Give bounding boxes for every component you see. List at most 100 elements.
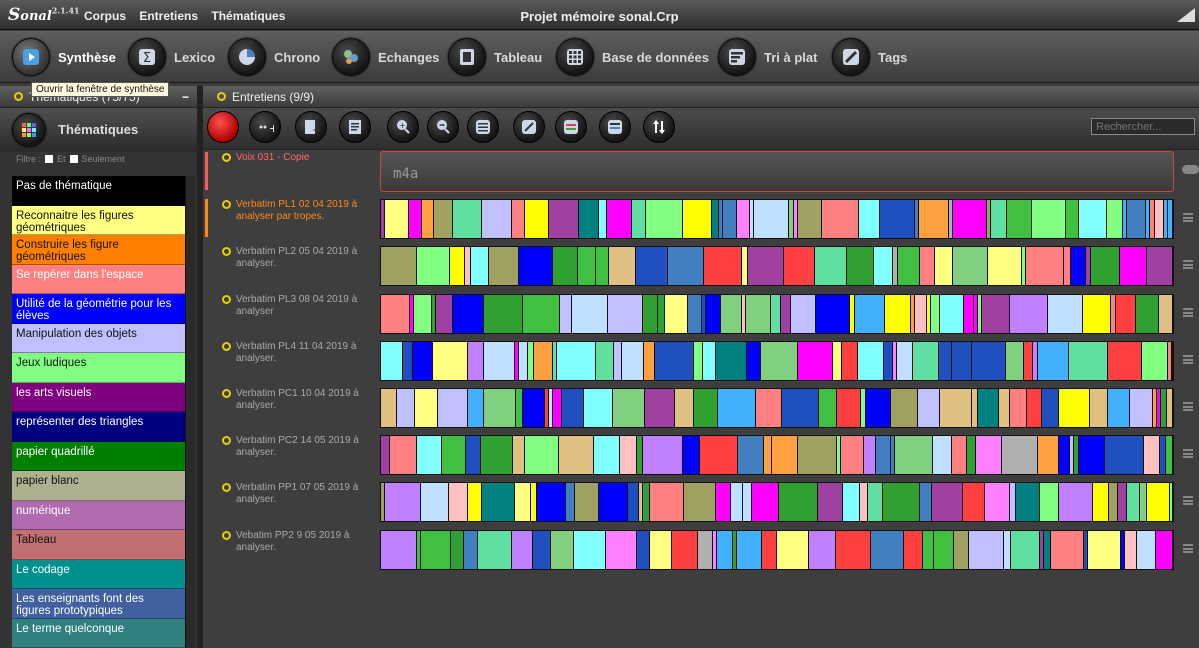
thematic-segment[interactable]: [1109, 483, 1118, 522]
thematic-segment[interactable]: [643, 436, 683, 475]
thematic-segment[interactable]: [596, 247, 609, 286]
thematic-segment[interactable]: [703, 341, 716, 380]
thematic-segment[interactable]: [632, 200, 646, 239]
thematic-segment[interactable]: [985, 483, 1010, 522]
interview-toggle-icon[interactable]: [222, 200, 231, 210]
interview-label[interactable]: Verbatim PC1 10 04 2019 à analyser.: [236, 388, 376, 412]
thematic-segment[interactable]: [684, 483, 716, 522]
thematic-segment[interactable]: [1006, 341, 1024, 380]
thematic-segment[interactable]: [874, 247, 893, 286]
thematic-segment[interactable]: [721, 294, 742, 333]
thematic-segment[interactable]: [584, 389, 613, 427]
thematic-segment[interactable]: [557, 341, 596, 380]
thematic-segment[interactable]: [650, 530, 672, 569]
thematic-segment[interactable]: [747, 341, 761, 380]
search-input[interactable]: [1091, 118, 1195, 135]
thematic-segment[interactable]: [859, 200, 880, 239]
thematic-segment[interactable]: [754, 200, 789, 239]
thematic-segment[interactable]: [519, 247, 553, 286]
thematic-segment[interactable]: [952, 436, 967, 475]
thematic-segment[interactable]: [562, 389, 584, 427]
panel-toggle-icon[interactable]: [14, 92, 23, 101]
thematic-segment[interactable]: [620, 436, 637, 475]
menu-thematiques[interactable]: Thématiques: [211, 9, 285, 23]
thematic-segment[interactable]: [704, 247, 742, 286]
thematic-segment[interactable]: [1064, 247, 1071, 286]
thematic-segment[interactable]: [613, 389, 645, 427]
thematic-segment[interactable]: [450, 247, 465, 286]
collapse-icon[interactable]: −: [182, 90, 189, 104]
interview-label[interactable]: Verbatim PP1 07 05 2019 à analyser.: [236, 482, 376, 506]
interview-menu-icon[interactable]: [1183, 402, 1193, 411]
theme-item[interactable]: Le codage: [12, 559, 185, 589]
thematic-segment[interactable]: [963, 483, 985, 522]
thematic-segment[interactable]: [672, 530, 698, 569]
thematic-segment[interactable]: [777, 530, 809, 569]
toolbar-tableau[interactable]: Tableau: [448, 37, 542, 77]
toolbar-tags[interactable]: Tags: [832, 37, 907, 77]
thematic-segment[interactable]: [779, 483, 818, 522]
thematic-segment[interactable]: [1048, 294, 1083, 333]
thematic-segment[interactable]: [1105, 436, 1144, 475]
thematic-segment[interactable]: [1011, 530, 1040, 569]
thematic-segment[interactable]: [1107, 200, 1123, 239]
thematic-segment[interactable]: [717, 530, 733, 569]
thematic-segment[interactable]: [860, 483, 868, 522]
thematic-segment[interactable]: [964, 294, 974, 333]
thematic-segment[interactable]: [920, 247, 935, 286]
thematic-segment[interactable]: [738, 436, 764, 475]
thematic-segment[interactable]: [537, 483, 566, 522]
thematic-segment[interactable]: [866, 389, 891, 427]
thematic-segment[interactable]: [578, 247, 596, 286]
theme-item[interactable]: Se repérer dans l'espace: [12, 264, 185, 294]
toolbar-lexico[interactable]: Σ Lexico: [128, 37, 215, 77]
thematic-segment[interactable]: [390, 436, 417, 475]
thematic-timeline[interactable]: [380, 246, 1174, 287]
thematic-segment[interactable]: [482, 483, 515, 522]
thematic-segment[interactable]: [698, 530, 713, 569]
theme-item[interactable]: représenter des triangles: [12, 412, 185, 442]
thematic-segment[interactable]: [566, 483, 575, 522]
interview-row[interactable]: Vebatim PP2 9 05 2019 à analyser.: [203, 528, 1199, 574]
compact-view-button[interactable]: [599, 111, 631, 143]
interview-label[interactable]: Verbatim PL2 05 04 2019 à analyser.: [236, 246, 376, 270]
thematic-segment[interactable]: [1156, 530, 1173, 569]
interview-row[interactable]: Voix 031 - Copie m4a: [203, 150, 1199, 196]
thematic-segment[interactable]: [1066, 200, 1079, 239]
interview-menu-icon[interactable]: [1183, 213, 1193, 223]
thematic-segment[interactable]: [513, 436, 525, 475]
thematic-segment[interactable]: [782, 389, 819, 427]
thematic-segment[interactable]: [842, 341, 858, 380]
interview-row[interactable]: Verbatim PL4 11 04 2019 à analyser.: [203, 339, 1199, 385]
interview-label[interactable]: Verbatim PL1 02 04 2019 à analyser par t…: [236, 199, 376, 223]
thematic-segment[interactable]: [645, 389, 675, 427]
thematic-segment[interactable]: [1038, 341, 1069, 380]
thematic-segment[interactable]: [397, 389, 415, 427]
thematic-segment[interactable]: [1155, 200, 1164, 239]
thematic-segment[interactable]: [897, 341, 913, 380]
thematic-timeline[interactable]: [380, 482, 1174, 523]
thematic-segment[interactable]: [883, 483, 920, 522]
interview-toggle-icon[interactable]: [222, 294, 231, 304]
thematic-segment[interactable]: [468, 483, 482, 522]
thematic-segment[interactable]: [718, 389, 756, 427]
thematic-segment[interactable]: [436, 294, 453, 333]
thematic-segment[interactable]: [636, 247, 668, 286]
thematic-segment[interactable]: [433, 341, 468, 380]
thematic-segment[interactable]: [880, 200, 915, 239]
thematic-segment[interactable]: [449, 483, 468, 522]
thematic-segment[interactable]: [952, 341, 972, 380]
thematic-segment[interactable]: [644, 341, 655, 380]
thematic-segment[interactable]: [920, 483, 932, 522]
toolbar-tri-a-plat[interactable]: Tri à plat: [718, 37, 817, 77]
theme-item[interactable]: Tableau: [12, 530, 185, 560]
thematic-segment[interactable]: [1168, 200, 1173, 239]
thematic-segment[interactable]: [1038, 436, 1059, 475]
document-button[interactable]: [339, 111, 371, 143]
thematic-segment[interactable]: [712, 200, 719, 239]
interview-menu-icon[interactable]: [1183, 260, 1193, 270]
thematic-segment[interactable]: [468, 341, 484, 380]
interview-row[interactable]: Verbatim PL1 02 04 2019 à analyser par t…: [203, 197, 1199, 243]
thematic-segment[interactable]: [822, 200, 859, 239]
thematic-segment[interactable]: [871, 530, 904, 569]
